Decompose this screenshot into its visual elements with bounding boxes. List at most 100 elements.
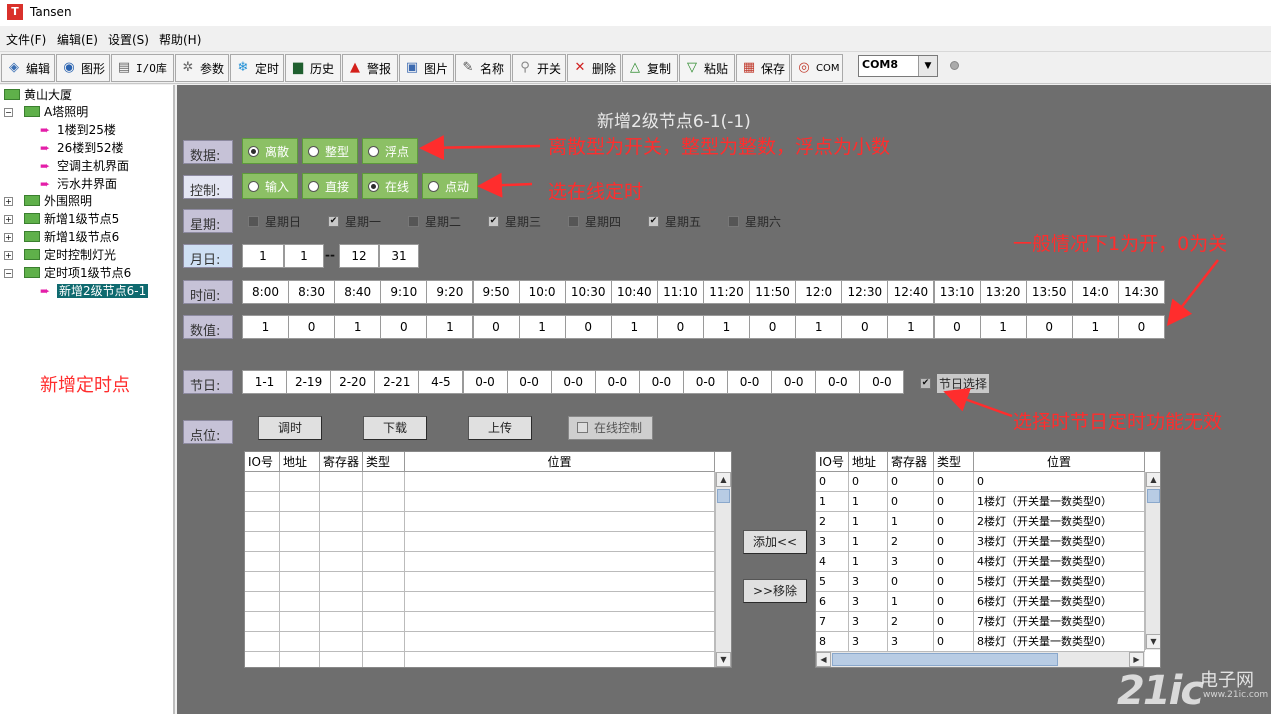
holiday-cell[interactable]: 0-0: [859, 370, 905, 394]
tree-item-a-tower[interactable]: A塔照明: [24, 104, 88, 120]
table-cell[interactable]: 3: [849, 572, 888, 592]
vertical-scrollbar[interactable]: ▲ ▼: [715, 472, 731, 667]
table-cell[interactable]: 0: [934, 552, 974, 572]
table-cell[interactable]: [363, 592, 405, 612]
time-cell[interactable]: 10:40: [610, 280, 658, 304]
table-cell[interactable]: [363, 632, 405, 652]
table-cell[interactable]: 0: [934, 632, 974, 652]
time-cell[interactable]: 10:30: [564, 280, 612, 304]
table-cell[interactable]: 0: [934, 472, 974, 492]
value-cell[interactable]: 0: [933, 315, 981, 339]
value-cell[interactable]: 0: [288, 315, 336, 339]
table-cell[interactable]: 0: [934, 572, 974, 592]
toolbar-paste-button[interactable]: ▽ 粘贴: [679, 54, 735, 82]
tree-item-ac-host[interactable]: ➨ 空调主机界面: [40, 158, 129, 174]
toolbar-history-button[interactable]: ▆ 历史: [285, 54, 341, 82]
table-cell[interactable]: [320, 632, 363, 652]
add-button[interactable]: 添加<<: [743, 530, 807, 554]
table-cell[interactable]: [280, 532, 320, 552]
table-cell[interactable]: [320, 572, 363, 592]
table-cell[interactable]: 6楼灯（开关量一数类型0）: [974, 592, 1145, 612]
table-cell[interactable]: 3: [849, 632, 888, 652]
value-cell[interactable]: 0: [380, 315, 428, 339]
value-cell[interactable]: 1: [703, 315, 750, 339]
toolbar-params-button[interactable]: ✲ 参数: [175, 54, 229, 82]
value-cell[interactable]: 1: [610, 315, 658, 339]
table-cell[interactable]: 1: [849, 532, 888, 552]
column-header[interactable]: IO号: [245, 452, 280, 472]
holiday-cell[interactable]: 2-20: [330, 370, 376, 394]
value-cell[interactable]: 1: [518, 315, 566, 339]
table-cell[interactable]: [405, 572, 715, 592]
date-to-month[interactable]: 12: [339, 244, 379, 268]
table-cell[interactable]: [363, 472, 405, 492]
table-cell[interactable]: [245, 652, 280, 667]
tree-item-node-6[interactable]: 新增1级节点6: [24, 229, 119, 245]
menu-settings[interactable]: 设置(S): [108, 31, 149, 48]
tree-item-floor-26-52[interactable]: ➨ 26楼到52楼: [40, 140, 124, 156]
upload-button[interactable]: 上传: [468, 416, 532, 440]
value-cell[interactable]: 1: [334, 315, 382, 339]
table-cell[interactable]: [405, 512, 715, 532]
table-cell[interactable]: [320, 592, 363, 612]
data-type-float[interactable]: 浮点: [362, 138, 418, 164]
table-cell[interactable]: 1: [888, 592, 934, 612]
table-cell[interactable]: 5楼灯（开关量一数类型0）: [974, 572, 1145, 592]
column-header[interactable]: 类型: [363, 452, 405, 472]
holiday-cell[interactable]: 4-5: [418, 370, 464, 394]
expand-icon[interactable]: +: [4, 197, 13, 206]
table-cell[interactable]: [363, 572, 405, 592]
table-cell[interactable]: [363, 512, 405, 532]
table-cell[interactable]: 3楼灯（开关量一数类型0）: [974, 532, 1145, 552]
value-cell[interactable]: 1: [426, 315, 474, 339]
tree-item-node-6-1[interactable]: ➨ 新增2级节点6-1: [40, 283, 149, 299]
table-cell[interactable]: 8楼灯（开关量一数类型0）: [974, 632, 1145, 652]
date-from-day[interactable]: 1: [284, 244, 324, 268]
table-cell[interactable]: 1: [816, 492, 849, 512]
collapse-icon[interactable]: −: [4, 269, 13, 278]
table-cell[interactable]: [245, 552, 280, 572]
menu-edit[interactable]: 编辑(E): [57, 31, 98, 48]
week-friday[interactable]: ✔ 星期五: [648, 213, 701, 230]
tree-item-outdoor-lighting[interactable]: 外围照明: [24, 193, 92, 209]
table-cell[interactable]: [405, 492, 715, 512]
time-cell[interactable]: 14:0: [1071, 280, 1119, 304]
scroll-down-icon[interactable]: ▼: [1146, 634, 1160, 649]
table-cell[interactable]: [320, 652, 363, 667]
column-header[interactable]: 位置: [974, 452, 1145, 472]
holiday-cell[interactable]: 0-0: [815, 370, 861, 394]
control-input[interactable]: 输入: [242, 173, 298, 199]
time-cell[interactable]: 8:30: [288, 280, 336, 304]
menu-file[interactable]: 文件(F): [6, 31, 46, 48]
week-wednesday[interactable]: ✔ 星期三: [488, 213, 541, 230]
time-cell[interactable]: 8:00: [242, 280, 289, 304]
table-cell[interactable]: [280, 632, 320, 652]
table-cell[interactable]: [363, 552, 405, 572]
time-cell[interactable]: 8:40: [334, 280, 382, 304]
time-cell[interactable]: 12:0: [795, 280, 843, 304]
toolbar-alarm-button[interactable]: ▲ 警报: [342, 54, 398, 82]
scroll-down-icon[interactable]: ▼: [716, 652, 731, 667]
value-cell[interactable]: 0: [472, 315, 520, 339]
table-cell[interactable]: [245, 632, 280, 652]
time-cell[interactable]: 13:10: [933, 280, 981, 304]
toolbar-io-button[interactable]: ▤ I/O库: [111, 54, 174, 82]
tree-item-timer-lighting[interactable]: 定时控制灯光: [24, 247, 116, 263]
table-cell[interactable]: [405, 592, 715, 612]
table-cell[interactable]: [245, 492, 280, 512]
table-cell[interactable]: 2: [888, 612, 934, 632]
table-cell[interactable]: [245, 512, 280, 532]
value-cell[interactable]: 1: [1071, 315, 1119, 339]
holiday-cell[interactable]: 0-0: [462, 370, 508, 394]
column-header[interactable]: 地址: [280, 452, 320, 472]
table-cell[interactable]: [320, 492, 363, 512]
value-cell[interactable]: 0: [564, 315, 612, 339]
adjust-time-button[interactable]: 调时: [258, 416, 322, 440]
table-cell[interactable]: 3: [849, 612, 888, 632]
time-cell[interactable]: 14:30: [1117, 280, 1165, 304]
table-cell[interactable]: [245, 472, 280, 492]
toolbar-switch-button[interactable]: ⚲ 开关: [512, 54, 566, 82]
table-cell[interactable]: 1: [888, 512, 934, 532]
toolbar-image-button[interactable]: ▣ 图片: [399, 54, 454, 82]
download-button[interactable]: 下载: [363, 416, 427, 440]
